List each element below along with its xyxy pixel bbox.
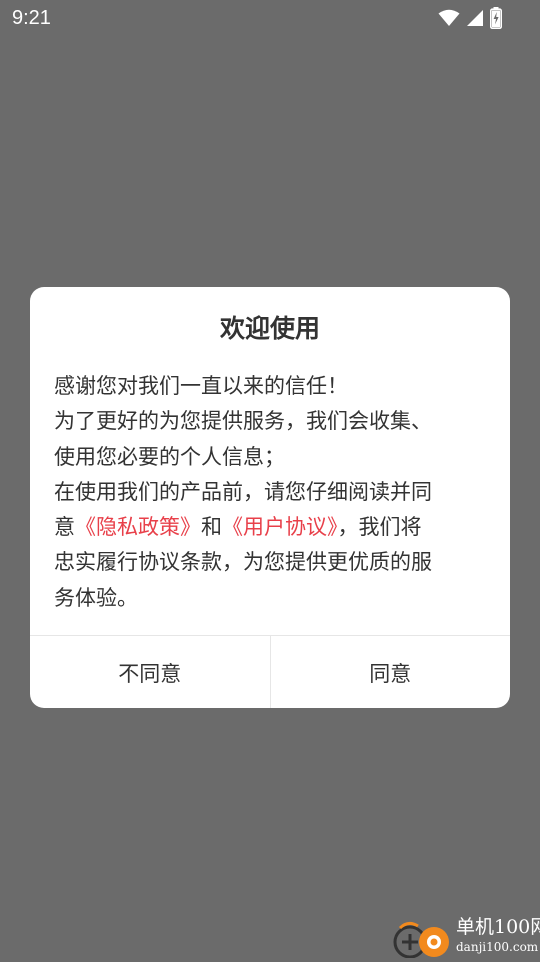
watermark-domain: danji100.com	[456, 940, 539, 954]
body-text: 意	[54, 515, 75, 540]
body-text: ，我们将	[337, 515, 422, 540]
body-line: 感谢您对我们一直以来的信任！	[54, 374, 348, 398]
watermark-site-name: 单机100网	[456, 916, 540, 938]
dialog-title: 欢迎使用	[219, 314, 320, 343]
site-watermark: 单机100网 danji100.com	[388, 912, 540, 960]
body-line: 务体验。	[54, 585, 138, 610]
watermark-logo-icon	[388, 918, 454, 959]
dialog-body: 感谢您对我们一直以来的信任！ 为了更好的为您提供服务，我们会收集、 使用您必要的…	[54, 369, 486, 616]
body-line: 在使用我们的产品前，请您仔细阅读并同	[54, 479, 432, 504]
status-bar: 9:21	[0, 0, 540, 36]
disagree-button[interactable]: 不同意	[30, 636, 271, 708]
body-line-with-links: 意《隐私政策》和《用户协议》，我们将	[54, 510, 486, 545]
body-line: 使用您必要的个人信息；	[54, 444, 285, 469]
status-icons	[438, 7, 502, 30]
privacy-consent-dialog: 欢迎使用 感谢您对我们一直以来的信任！ 为了更好的为您提供服务，我们会收集、 使…	[30, 287, 510, 708]
body-line: 为了更好的为您提供服务，我们会收集、	[54, 409, 432, 434]
battery-charging-icon	[490, 7, 502, 30]
dialog-footer: 不同意 同意	[30, 635, 510, 708]
wifi-icon	[438, 9, 460, 27]
privacy-policy-link[interactable]: 《隐私政策》	[75, 515, 201, 539]
status-time: 9:21	[12, 7, 51, 29]
body-line: 忠实履行协议条款，为您提供更优质的服	[54, 550, 432, 575]
cellular-signal-icon	[466, 9, 484, 27]
agree-button[interactable]: 同意	[271, 636, 511, 708]
body-text: 和	[201, 515, 222, 540]
user-agreement-link[interactable]: 《用户协议》	[222, 515, 338, 539]
